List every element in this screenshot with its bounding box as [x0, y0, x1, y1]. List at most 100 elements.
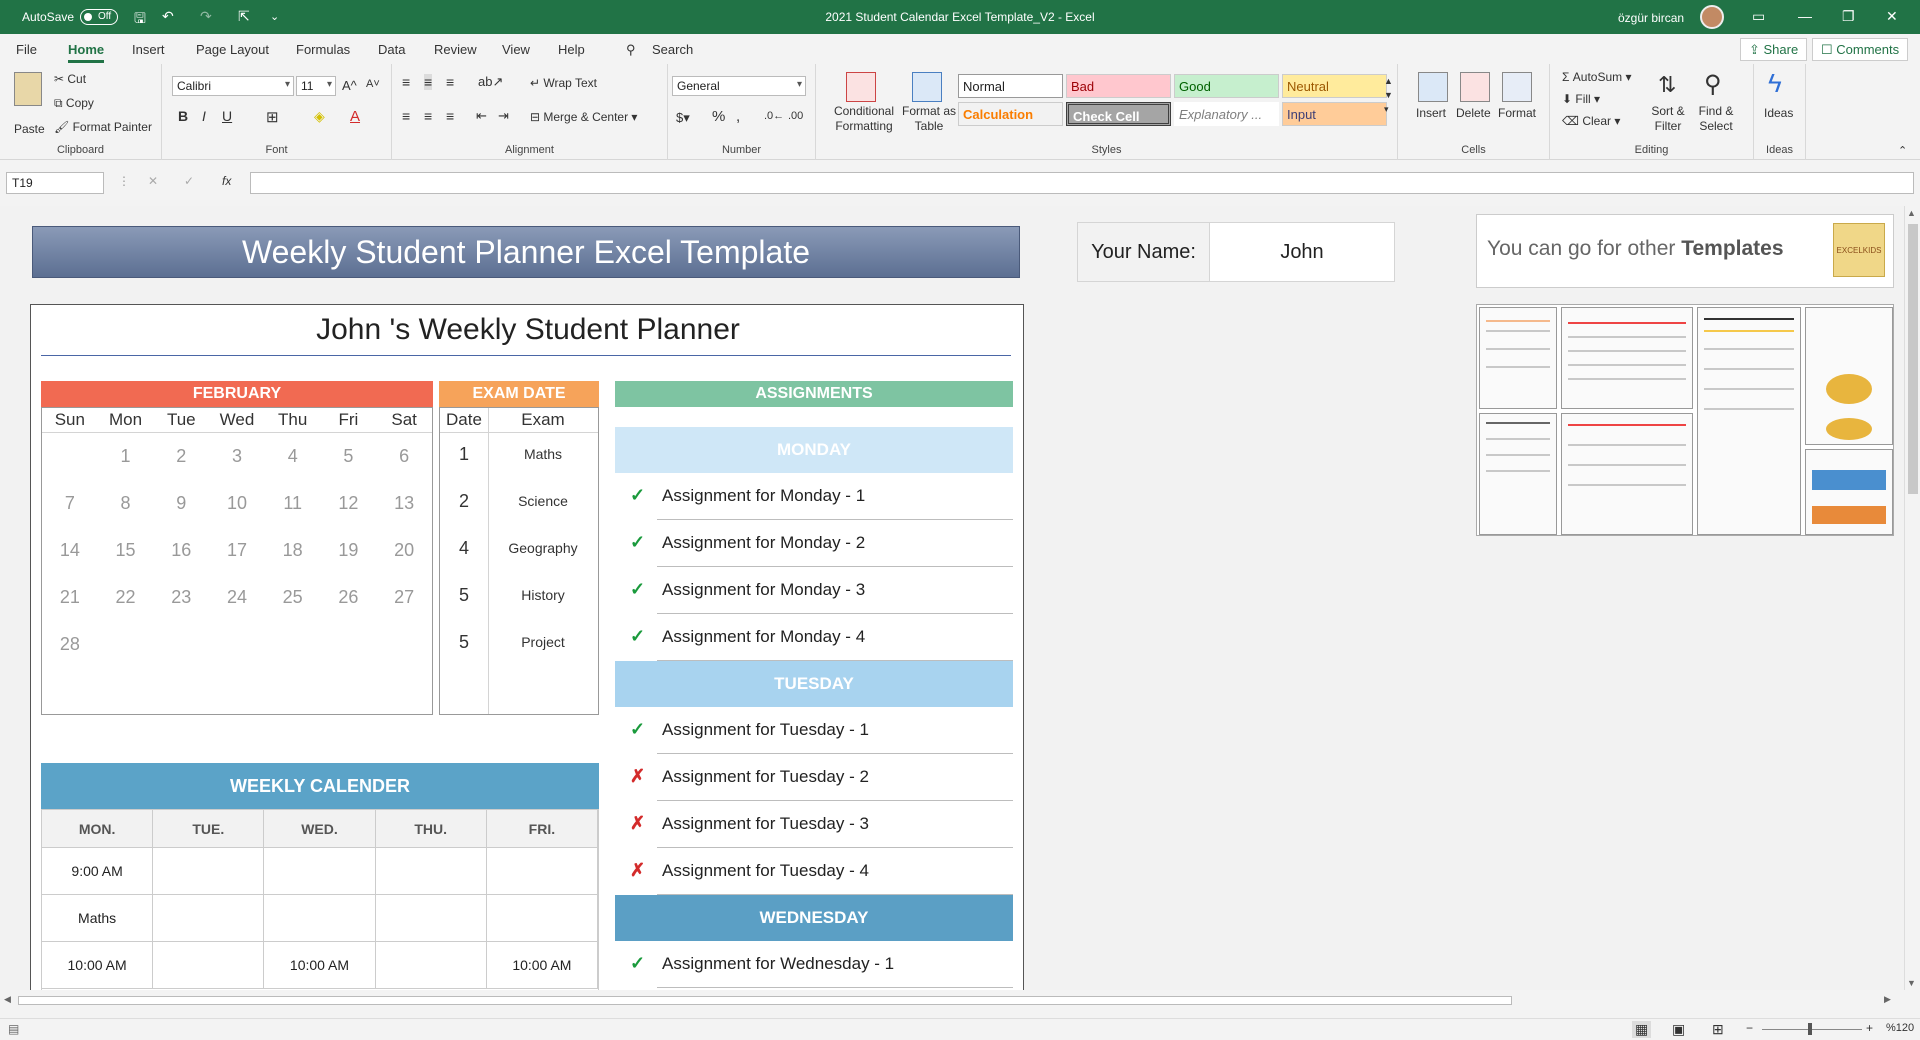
- calendar-day[interactable]: 13: [376, 493, 432, 514]
- tab-formulas[interactable]: Formulas: [296, 42, 350, 57]
- assignment-row[interactable]: ✓ Assignment for Monday - 2: [615, 520, 1013, 567]
- comments-button[interactable]: ☐ Comments: [1812, 38, 1909, 61]
- restore-icon[interactable]: ❐: [1842, 8, 1855, 25]
- page-layout-view-icon[interactable]: ▣: [1672, 1021, 1685, 1038]
- calendar-day[interactable]: 24: [209, 587, 265, 608]
- ideas-icon[interactable]: ϟ: [1768, 68, 1782, 99]
- calendar-day[interactable]: 28: [42, 634, 98, 655]
- templates-promo[interactable]: You can go for other Templates EXCELKIDS: [1476, 214, 1894, 288]
- assignment-row[interactable]: ✓ Assignment for Wednesday - 1: [615, 941, 1013, 988]
- align-top-icon[interactable]: ≡: [402, 74, 410, 90]
- clear-button[interactable]: ⌫ Clear ▾: [1562, 114, 1620, 128]
- tab-data[interactable]: Data: [378, 42, 405, 57]
- style-bad[interactable]: Bad: [1066, 74, 1171, 98]
- style-input[interactable]: Input: [1282, 102, 1387, 126]
- autosave-toggle[interactable]: Off: [80, 9, 118, 25]
- style-calculation[interactable]: Calculation: [958, 102, 1063, 126]
- formula-input[interactable]: [250, 172, 1914, 194]
- delete-cells-icon[interactable]: [1460, 72, 1490, 102]
- redo-icon[interactable]: ↷: [200, 8, 212, 25]
- insert-cells-icon[interactable]: [1418, 72, 1448, 102]
- calendar-day[interactable]: 15: [98, 540, 154, 561]
- conditional-formatting-button[interactable]: Conditional Formatting: [824, 104, 904, 134]
- weekly-cell[interactable]: [153, 848, 265, 895]
- calendar-day[interactable]: 16: [153, 540, 209, 561]
- worksheet[interactable]: Weekly Student Planner Excel Template Yo…: [0, 206, 1904, 990]
- copy-button[interactable]: ⧉ Copy: [54, 96, 94, 111]
- calendar-day[interactable]: 10: [209, 493, 265, 514]
- decrease-indent-icon[interactable]: ⇤: [476, 108, 487, 124]
- tab-insert[interactable]: Insert: [132, 42, 165, 57]
- zoom-slider[interactable]: [1762, 1029, 1862, 1030]
- percent-icon[interactable]: %: [712, 108, 725, 125]
- font-name-select[interactable]: Calibri: [172, 76, 294, 96]
- vertical-scroll-thumb[interactable]: [1908, 224, 1918, 494]
- align-right-icon[interactable]: ≡: [446, 108, 454, 124]
- cancel-icon[interactable]: ✕: [148, 174, 158, 188]
- scroll-down-icon[interactable]: ▼: [1907, 978, 1916, 988]
- calendar-day[interactable]: 1: [98, 446, 154, 467]
- calendar-day[interactable]: 8: [98, 493, 154, 514]
- format-cells-icon[interactable]: [1502, 72, 1532, 102]
- grow-font-icon[interactable]: A^: [342, 78, 357, 93]
- bold-icon[interactable]: B: [178, 108, 188, 124]
- find-select-icon[interactable]: ⚲: [1704, 70, 1722, 99]
- ribbon-display-icon[interactable]: ▭: [1752, 8, 1765, 25]
- undo-icon[interactable]: ↶: [162, 8, 174, 25]
- styles-scroll-icon[interactable]: ▲ ▼ ▾: [1384, 74, 1393, 116]
- decrease-decimal-icon[interactable]: .00: [788, 110, 803, 122]
- weekly-cell[interactable]: [153, 895, 265, 942]
- cut-button[interactable]: ✂ Cut: [54, 72, 86, 86]
- weekly-cell[interactable]: [375, 895, 487, 942]
- tab-review[interactable]: Review: [434, 42, 477, 57]
- pointer-icon[interactable]: ⇱: [238, 8, 250, 25]
- insert-cells-button[interactable]: Insert: [1416, 106, 1446, 120]
- formula-options-icon[interactable]: ⋮: [118, 174, 130, 188]
- template-thumbnail[interactable]: [1561, 413, 1693, 535]
- weekly-cell[interactable]: [486, 895, 598, 942]
- template-thumbnail[interactable]: [1479, 307, 1557, 409]
- increase-indent-icon[interactable]: ⇥: [498, 108, 509, 124]
- calendar-day[interactable]: 26: [321, 587, 377, 608]
- underline-icon[interactable]: U: [222, 108, 232, 124]
- align-middle-icon[interactable]: ≡: [424, 74, 433, 90]
- calendar-day[interactable]: 20: [376, 540, 432, 561]
- merge-center-button[interactable]: ⊟ Merge & Center ▾: [530, 110, 637, 124]
- weekly-cell[interactable]: [375, 942, 487, 989]
- weekly-cell[interactable]: Maths: [42, 895, 154, 942]
- assignment-row[interactable]: ✗ Assignment for Tuesday - 4: [615, 848, 1013, 895]
- orientation-icon[interactable]: ab↗: [478, 74, 503, 90]
- fill-color-icon[interactable]: ◈: [314, 108, 325, 125]
- format-as-table-icon[interactable]: [912, 72, 942, 102]
- calendar-day[interactable]: 4: [265, 446, 321, 467]
- sort-filter-button[interactable]: Sort & Filter: [1646, 104, 1690, 134]
- assignment-row[interactable]: ✓ Assignment for Monday - 4: [615, 614, 1013, 661]
- template-thumbnail[interactable]: [1805, 449, 1893, 535]
- user-avatar[interactable]: [1700, 5, 1724, 29]
- assignment-row[interactable]: ✓ Assignment for Monday - 3: [615, 567, 1013, 614]
- calendar-day[interactable]: 11: [265, 493, 321, 514]
- assignment-row[interactable]: ✓ Assignment for Tuesday - 1: [615, 707, 1013, 754]
- weekly-cell[interactable]: 9:00 AM: [42, 848, 154, 895]
- tab-file[interactable]: File: [16, 42, 37, 57]
- scroll-right-icon[interactable]: ▶: [1884, 994, 1891, 1005]
- template-thumbnails[interactable]: [1476, 304, 1894, 536]
- align-center-icon[interactable]: ≡: [424, 108, 432, 124]
- calendar-day[interactable]: 5: [321, 446, 377, 467]
- insert-function-icon[interactable]: fx: [222, 174, 231, 188]
- share-button[interactable]: ⇪ Share: [1740, 38, 1808, 61]
- customize-toolbar-icon[interactable]: ⌄: [270, 10, 279, 23]
- borders-icon[interactable]: ⊞: [266, 108, 279, 126]
- close-icon[interactable]: ✕: [1886, 8, 1898, 25]
- scroll-up-icon[interactable]: ▲: [1907, 208, 1916, 218]
- paste-icon[interactable]: [14, 72, 42, 106]
- tab-help[interactable]: Help: [558, 42, 585, 57]
- find-select-button[interactable]: Find & Select: [1692, 104, 1740, 134]
- page-break-view-icon[interactable]: ⊞: [1712, 1021, 1724, 1038]
- comma-style-icon[interactable]: ,: [736, 108, 740, 125]
- scroll-left-icon[interactable]: ◀: [4, 994, 11, 1005]
- style-normal[interactable]: Normal: [958, 74, 1063, 98]
- template-thumbnail[interactable]: [1479, 413, 1557, 535]
- your-name-value[interactable]: John: [1210, 223, 1394, 281]
- minimize-icon[interactable]: —: [1798, 8, 1812, 24]
